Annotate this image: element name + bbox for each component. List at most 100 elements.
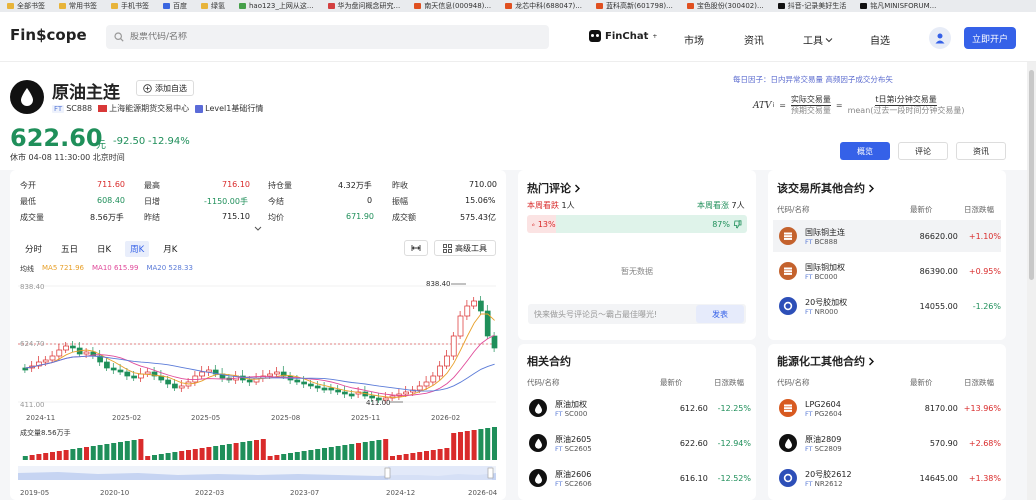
candle[interactable] (403, 391, 409, 395)
finchat-link[interactable]: FinChat + (589, 30, 657, 42)
candle[interactable] (450, 335, 457, 357)
bookmark-item[interactable]: 蓝科高新(601798)... (589, 1, 680, 11)
bear-fill[interactable]: 13% (527, 215, 556, 233)
candle[interactable] (70, 345, 76, 349)
bookmark-item[interactable]: 常用书签 (52, 1, 104, 11)
open-account-button[interactable]: 立即开户 (964, 27, 1016, 49)
expand-stats-chevron-icon[interactable] (254, 226, 262, 232)
candle[interactable] (457, 315, 464, 337)
bookmark-item[interactable]: 手机书签 (104, 1, 156, 11)
contract-row[interactable]: 20号胶2612 FT NR2612 14645.00 +1.38% (773, 462, 1001, 494)
candle[interactable] (138, 373, 144, 379)
candle[interactable] (199, 371, 205, 377)
candle[interactable] (178, 385, 185, 389)
bookmark-item[interactable]: 绿氢 (194, 1, 232, 11)
candle[interactable] (328, 387, 335, 391)
navigator-handle-left[interactable] (384, 467, 391, 479)
search-input[interactable] (130, 32, 430, 42)
candle[interactable] (83, 351, 90, 355)
contract-row[interactable]: LPG2604 FT PG2604 8170.00 +13.96% (773, 392, 1001, 424)
candle[interactable] (56, 349, 63, 357)
candle[interactable] (430, 375, 437, 383)
tab-news[interactable]: 资讯 (956, 142, 1006, 160)
candle[interactable] (49, 355, 56, 361)
bookmark-item[interactable]: 龙芯中科(688047)... (498, 1, 589, 11)
candle[interactable] (144, 371, 151, 375)
energy-contracts-title[interactable]: 能源化工其他合约 (777, 353, 875, 369)
candle[interactable] (267, 373, 273, 377)
candle[interactable] (348, 393, 355, 397)
nav-news[interactable]: 资讯 (744, 32, 764, 47)
candle[interactable] (131, 375, 137, 379)
bookmark-item[interactable]: 铭凡MINISFORUM... (853, 1, 943, 11)
bull-fill[interactable]: 87% (555, 215, 747, 233)
candle[interactable] (124, 371, 131, 377)
contract-row[interactable]: 原油加权 FT SC000 612.60 -12.25% (523, 392, 751, 424)
tab-monthly-k[interactable]: 月K (158, 241, 182, 257)
contract-row[interactable]: 20号胶加权 FT NR000 14055.00 -1.26% (773, 290, 1001, 322)
candle[interactable] (165, 379, 171, 385)
candle[interactable] (444, 355, 450, 367)
candle[interactable] (63, 345, 69, 351)
candle[interactable] (314, 385, 321, 389)
navigator-window[interactable] (388, 466, 492, 480)
candle[interactable] (42, 359, 49, 363)
candle[interactable] (416, 385, 423, 391)
candle[interactable] (22, 367, 29, 371)
search-box[interactable] (106, 25, 549, 49)
add-watchlist-button[interactable]: 添加自选 (136, 80, 194, 96)
scrollbar-thumb[interactable] (1029, 70, 1034, 280)
hot-comments-title[interactable]: 热门评论 (527, 180, 581, 196)
fit-width-button[interactable] (404, 240, 428, 256)
bookmark-item[interactable]: hao123_上网从这... (232, 1, 321, 11)
contract-row[interactable]: 国际铜加权 FT BC000 86390.00 +0.95% (773, 255, 1001, 287)
factor-ad-banner[interactable]: 每日因子：日内异常交易量 高频因子成交分布矢 ATV i = 实际交易量 预期交… (733, 70, 1006, 128)
candle[interactable] (484, 310, 491, 337)
tab-weekly-k[interactable]: 周K (125, 241, 150, 257)
candle[interactable] (437, 365, 443, 377)
candle[interactable] (464, 305, 471, 317)
contract-row[interactable]: 原油2605 FT SC2605 622.60 -12.94% (523, 427, 751, 459)
nav-market[interactable]: 市场 (684, 32, 704, 47)
finscope-logo[interactable]: Fin$cope (10, 26, 87, 44)
candle[interactable] (110, 367, 117, 371)
candle[interactable] (192, 375, 199, 383)
candle[interactable] (246, 379, 253, 383)
candle[interactable] (172, 383, 178, 389)
candle[interactable] (342, 391, 348, 395)
candle[interactable] (423, 381, 430, 387)
tab-overview[interactable]: 概览 (840, 142, 890, 160)
nav-watchlist[interactable]: 自选 (870, 32, 890, 47)
contract-row[interactable]: 原油2809 FT SC2809 570.90 +2.68% (773, 427, 1001, 459)
candle[interactable] (369, 395, 375, 399)
contract-row[interactable]: 原油2606 FT SC2606 616.10 -12.52% (523, 462, 751, 494)
candle[interactable] (294, 379, 301, 383)
nav-tools[interactable]: 工具 (803, 32, 833, 47)
contract-row[interactable]: 国际铜主连 FT BC888 86620.00 +1.10% (773, 220, 1001, 252)
candle[interactable] (117, 369, 124, 373)
bookmark-item[interactable]: 华为盘问概念研究... (321, 1, 408, 11)
tab-comments[interactable]: 评论 (898, 142, 948, 160)
bookmark-item[interactable]: 南天信息(000948)... (407, 1, 498, 11)
candle[interactable] (491, 335, 498, 349)
tab-daily-k[interactable]: 日K (92, 241, 116, 257)
candle[interactable] (274, 371, 280, 375)
exchange-contracts-title[interactable]: 该交易所其他合约 (777, 180, 875, 196)
candle[interactable] (321, 387, 328, 391)
navigator-handle-right[interactable] (487, 467, 494, 479)
tab-five-day[interactable]: 五日 (56, 241, 83, 257)
bookmark-item[interactable]: 抖音-记录美好生活 (771, 1, 854, 11)
bookmark-item[interactable]: 全部书签 (0, 1, 52, 11)
candle[interactable] (301, 381, 307, 385)
candlestick-chart[interactable]: 838.40 624.70 411.00 838.40 411.00 2024-… (18, 276, 498, 488)
tab-timeshare[interactable]: 分时 (20, 241, 47, 257)
post-comment-button[interactable]: 发表 (696, 305, 744, 323)
candle[interactable] (104, 361, 110, 369)
bookmark-item[interactable]: 宝色股份(300402)... (680, 1, 771, 11)
candle[interactable] (478, 300, 484, 312)
advanced-tools-button[interactable]: 高级工具 (434, 240, 496, 256)
user-avatar[interactable] (929, 27, 951, 49)
candle[interactable] (471, 300, 477, 307)
candle[interactable] (335, 389, 341, 393)
candle[interactable] (308, 383, 314, 387)
